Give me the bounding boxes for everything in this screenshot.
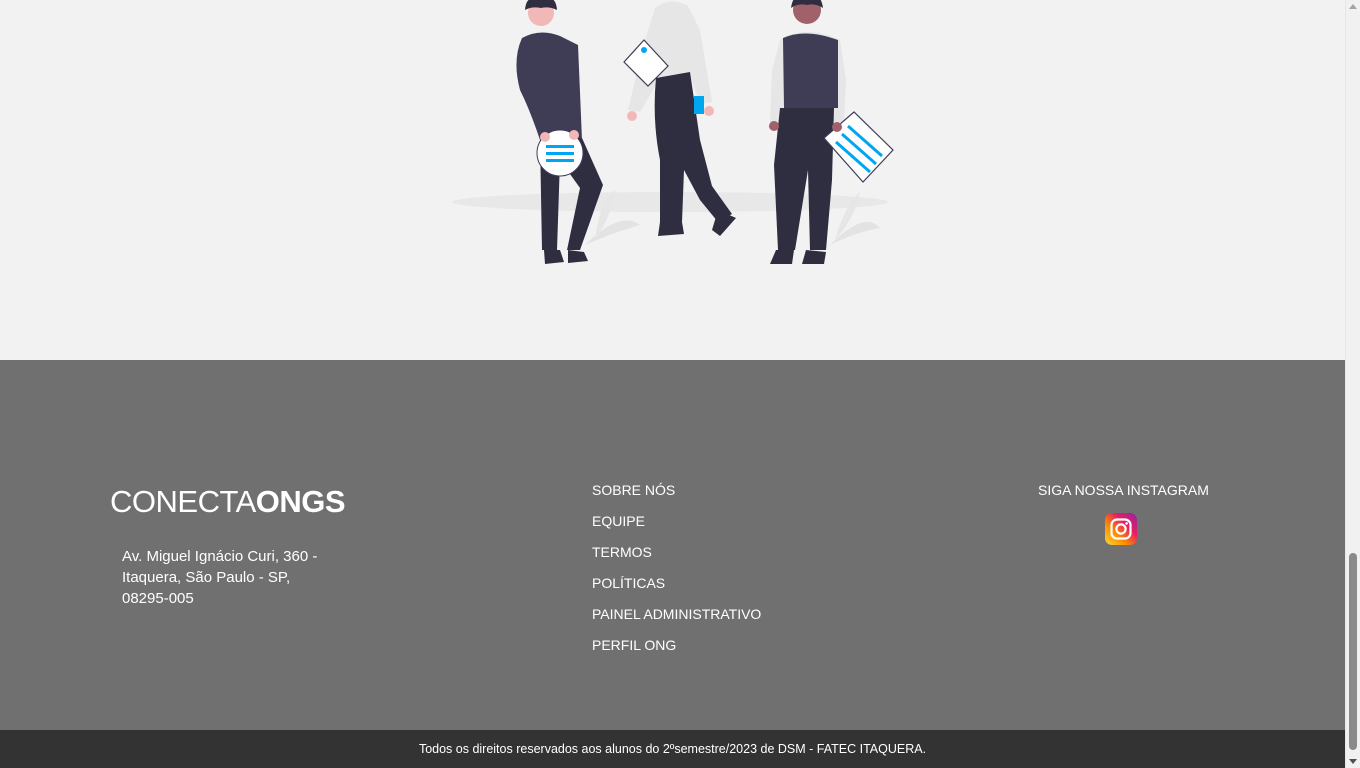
footer-logo[interactable]: CONECTAONGS — [110, 484, 346, 520]
footer-address: Av. Miguel Ignácio Curi, 360 - Itaquera,… — [122, 546, 342, 609]
address-line: Av. Miguel Ignácio Curi, 360 - — [122, 548, 318, 565]
footer-link-termos[interactable]: TERMOS — [592, 542, 761, 573]
instagram-icon[interactable] — [1105, 513, 1137, 545]
footer-links: SOBRE NÓS EQUIPE TERMOS POLÍTICAS PAINEL… — [592, 480, 761, 666]
team-illustration — [452, 0, 894, 264]
address-line: 08295-005 — [122, 590, 194, 607]
logo-light-text: CONECTA — [110, 484, 256, 519]
site-footer: CONECTAONGS Av. Miguel Ignácio Curi, 360… — [0, 360, 1345, 730]
footer-social: SIGA NOSSA INSTAGRAM — [1038, 480, 1209, 545]
scrollbar-thumb[interactable] — [1349, 553, 1357, 750]
scroll-down-arrow-icon[interactable] — [1349, 759, 1357, 764]
social-title: SIGA NOSSA INSTAGRAM — [1038, 482, 1209, 498]
scroll-up-arrow-icon[interactable] — [1349, 4, 1357, 9]
footer-link-equipe[interactable]: EQUIPE — [592, 511, 761, 542]
copyright-text: Todos os direitos reservados aos alunos … — [418, 742, 927, 756]
vertical-scrollbar[interactable] — [1345, 0, 1360, 768]
page-content: CONECTAONGS Av. Miguel Ignácio Curi, 360… — [0, 0, 1345, 768]
person-one — [516, 0, 603, 264]
footer-link-politicas[interactable]: POLÍTICAS — [592, 573, 761, 604]
logo-bold-text: ONGS — [255, 484, 346, 519]
copyright-bar: Todos os direitos reservados aos alunos … — [0, 730, 1345, 768]
footer-link-painel-administrativo[interactable]: PAINEL ADMINISTRATIVO — [592, 604, 761, 635]
footer-link-sobre-nos[interactable]: SOBRE NÓS — [592, 480, 761, 511]
address-line: Itaquera, São Paulo - SP, — [122, 569, 291, 586]
footer-link-perfil-ong[interactable]: PERFIL ONG — [592, 635, 761, 666]
hero-section — [0, 0, 1345, 360]
